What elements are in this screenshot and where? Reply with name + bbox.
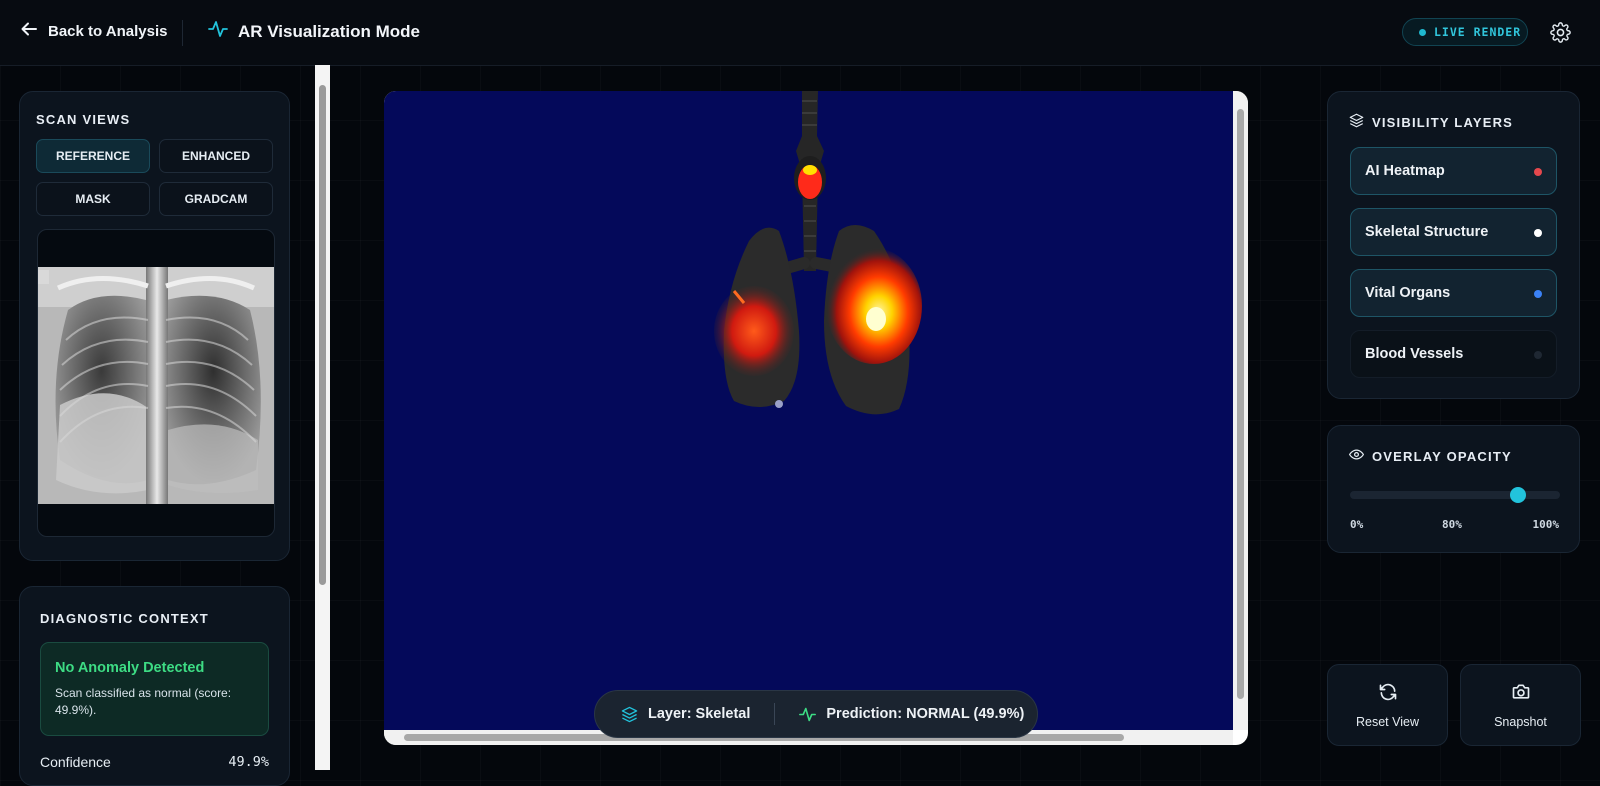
diagnostic-context-panel: DIAGNOSTIC CONTEXT No Anomaly Detected S… — [19, 586, 290, 786]
opacity-min-label: 0% — [1350, 518, 1364, 531]
layer-indicator-dot — [1534, 290, 1542, 298]
opacity-slider[interactable] — [1350, 487, 1560, 503]
activity-icon — [208, 20, 228, 43]
xray-preview — [37, 229, 275, 537]
layer-indicator-dot — [1534, 351, 1542, 359]
arrow-left-icon — [20, 20, 38, 43]
prediction-status-text: Prediction: NORMAL (49.9%) — [826, 706, 1025, 722]
scan-view-mask-button[interactable]: MASK — [36, 182, 150, 216]
layer-toggle-skeletal-structure[interactable]: Skeletal Structure — [1350, 208, 1557, 256]
layers-icon — [621, 706, 638, 723]
layer-label: Blood Vessels — [1365, 346, 1464, 362]
overlay-opacity-title: OVERLAY OPACITY — [1372, 449, 1512, 464]
layer-toggle-ai-heatmap[interactable]: AI Heatmap — [1350, 147, 1557, 195]
chest-xray-image — [38, 267, 274, 504]
reset-view-label: Reset View — [1356, 714, 1419, 729]
layer-label: Skeletal Structure — [1365, 224, 1489, 240]
status-card: No Anomaly Detected Scan classified as n… — [40, 642, 269, 736]
eye-icon — [1348, 447, 1365, 467]
left-panel-scrollbar-thumb[interactable] — [319, 85, 326, 585]
visibility-layers-panel: VISIBILITY LAYERS AI Heatmap Skeletal St… — [1327, 91, 1580, 399]
refresh-icon — [1378, 682, 1398, 705]
activity-icon — [799, 706, 817, 723]
snapshot-button[interactable]: Snapshot — [1460, 664, 1581, 746]
back-label: Back to Analysis — [48, 23, 168, 40]
layer-label: Vital Organs — [1365, 285, 1451, 301]
scan-views-title: SCAN VIEWS — [36, 112, 131, 127]
scan-view-reference-button[interactable]: REFERENCE — [36, 139, 150, 173]
opacity-current-label: 80% — [1442, 518, 1462, 531]
scan-view-enhanced-button[interactable]: ENHANCED — [159, 139, 273, 173]
lung-3d-model[interactable] — [384, 91, 1233, 730]
visibility-layers-title: VISIBILITY LAYERS — [1372, 115, 1514, 130]
diagnostic-context-title: DIAGNOSTIC CONTEXT — [40, 611, 209, 626]
ar-viewport[interactable] — [384, 91, 1233, 730]
snapshot-label: Snapshot — [1494, 714, 1547, 729]
page-title-text: AR Visualization Mode — [238, 21, 420, 41]
page-title: AR Visualization Mode — [208, 20, 420, 43]
opacity-slider-thumb[interactable] — [1510, 487, 1526, 503]
status-text: Scan classified as normal (score: 49.9%)… — [55, 686, 232, 717]
layer-indicator-dot — [1534, 168, 1542, 176]
live-dot — [1419, 28, 1426, 36]
live-render-badge: LIVE RENDER — [1402, 18, 1528, 46]
layers-icon — [1349, 113, 1364, 133]
layer-toggle-vital-organs[interactable]: Vital Organs — [1350, 269, 1557, 317]
reset-view-button[interactable]: Reset View — [1327, 664, 1448, 746]
viewport-vertical-scrollbar[interactable] — [1233, 91, 1248, 730]
scan-view-gradcam-button[interactable]: GRADCAM — [159, 182, 273, 216]
gear-icon[interactable] — [1550, 22, 1571, 48]
confidence-value: 49.9% — [228, 754, 269, 770]
confidence-label: Confidence — [40, 754, 111, 770]
status-pill: Layer: Skeletal Prediction: NORMAL (49.9… — [594, 690, 1038, 738]
layer-label: AI Heatmap — [1365, 163, 1445, 179]
header-divider — [182, 20, 183, 46]
viewport-vertical-scrollbar-thumb[interactable] — [1237, 109, 1244, 699]
camera-icon — [1511, 682, 1531, 705]
opacity-max-label: 100% — [1532, 518, 1560, 531]
layer-indicator-dot — [1534, 229, 1542, 237]
ar-viewport-frame — [384, 91, 1248, 745]
back-to-analysis-button[interactable]: Back to Analysis — [20, 20, 168, 43]
left-panel-scrollbar[interactable] — [315, 65, 330, 770]
top-bar: Back to Analysis AR Visualization Mode L… — [0, 0, 1600, 66]
overlay-opacity-panel: OVERLAY OPACITY 0% 80% 100% — [1327, 425, 1580, 553]
pill-divider — [774, 703, 776, 725]
status-heading: No Anomaly Detected — [55, 660, 205, 676]
live-render-label: LIVE RENDER — [1434, 25, 1522, 39]
layer-toggle-blood-vessels[interactable]: Blood Vessels — [1350, 330, 1557, 378]
layer-status-text: Layer: Skeletal — [648, 706, 751, 722]
scan-views-panel: SCAN VIEWS REFERENCE ENHANCED MASK GRADC… — [19, 91, 290, 561]
